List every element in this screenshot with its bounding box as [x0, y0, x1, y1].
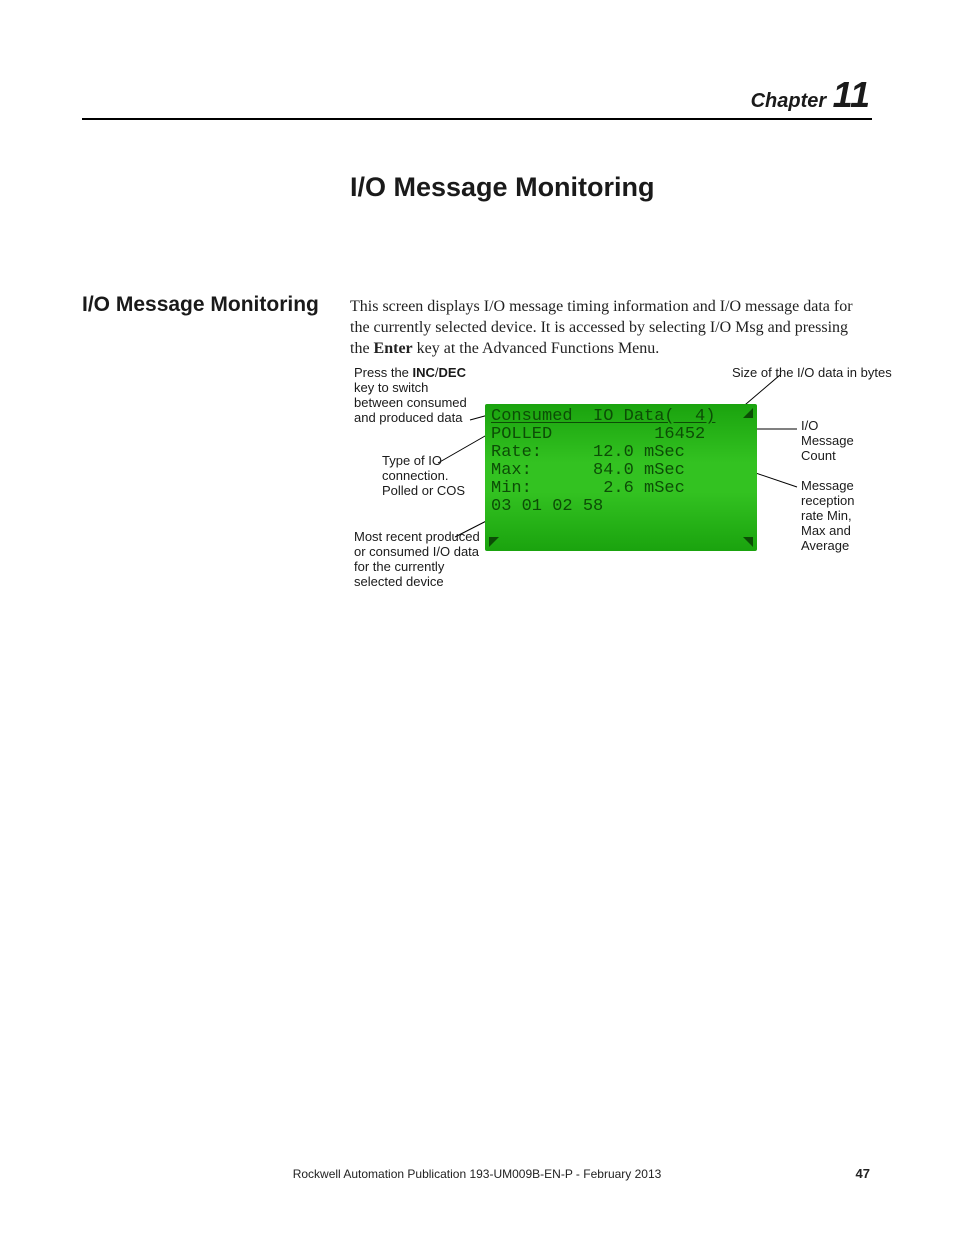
- diagram: Consumed IO Data( 4) POLLED 16452 Rate: …: [350, 365, 872, 580]
- callout-right-upper: I/O Message Count: [801, 418, 871, 463]
- body-paragraph: This screen displays I/O message timing …: [350, 297, 870, 359]
- section-heading: I/O Message Monitoring: [82, 293, 319, 317]
- callout-mid-left-text: Type of IO connection. Polled or COS: [382, 453, 465, 498]
- scroll-down-icon: [743, 537, 753, 547]
- callout-right-lower-text: Message reception rate Min, Max and Aver…: [801, 478, 854, 553]
- callout-top-left-post: key to switch between consumed and produ…: [354, 380, 467, 425]
- callout-bottom-left-text: Most recent produced or consumed I/O dat…: [354, 529, 480, 589]
- page-number: 47: [856, 1166, 870, 1181]
- lcd-line-6: 03 01 02 58: [491, 498, 751, 516]
- page-title: I/O Message Monitoring: [350, 172, 655, 203]
- lcd-line-3: Rate: 12.0 mSec: [491, 444, 751, 462]
- callout-top-left: Press the INC/DEC key to switch between …: [354, 365, 474, 425]
- lcd-line-5: Min: 2.6 mSec: [491, 480, 751, 498]
- body-enter-key: Enter: [374, 340, 413, 357]
- callout-top-right-text: Size of the I/O data in bytes: [732, 365, 892, 380]
- lcd-line-4: Max: 84.0 mSec: [491, 462, 751, 480]
- callout-right-upper-text: I/O Message Count: [801, 418, 854, 463]
- callout-dec: DEC: [439, 365, 466, 380]
- chapter-label: Chapter: [751, 90, 827, 112]
- lcd-line-1: Consumed IO Data( 4): [491, 408, 751, 426]
- chapter-header: Chapter 11: [751, 74, 870, 116]
- callout-mid-left: Type of IO connection. Polled or COS: [382, 453, 482, 498]
- callout-top-right: Size of the I/O data in bytes: [732, 365, 892, 380]
- scroll-left-icon: [489, 537, 499, 547]
- footer-publication: Rockwell Automation Publication 193-UM00…: [0, 1167, 954, 1181]
- scroll-up-icon: [743, 408, 753, 418]
- lcd-line-2: POLLED 16452: [491, 426, 751, 444]
- callout-inc: INC: [413, 365, 435, 380]
- callout-top-left-pre: Press the: [354, 365, 413, 380]
- callout-right-lower: Message reception rate Min, Max and Aver…: [801, 478, 873, 553]
- body-text-2: key at the Advanced Functions Menu.: [413, 340, 660, 357]
- header-rule: [82, 118, 872, 120]
- callout-bottom-left: Most recent produced or consumed I/O dat…: [354, 529, 484, 589]
- lcd-screen: Consumed IO Data( 4) POLLED 16452 Rate: …: [485, 404, 757, 551]
- chapter-number: 11: [833, 74, 870, 115]
